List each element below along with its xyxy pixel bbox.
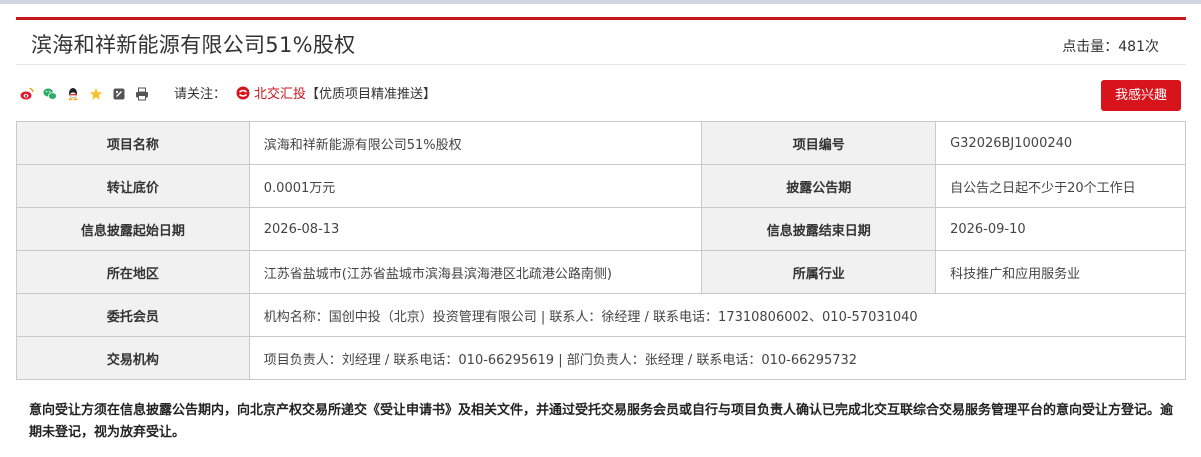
- project-name-value: 滨海和祥新能源有限公司51%股权: [248, 121, 703, 165]
- table-row: 转让底价 0.0001万元 披露公告期 自公告之日起不少于20个工作日: [16, 164, 1186, 208]
- start-date-value: 2026-08-13: [248, 207, 703, 251]
- disclosure-period-value: 自公告之日起不少于20个工作日: [935, 164, 1186, 208]
- qq-icon[interactable]: [66, 86, 80, 101]
- brand-logo-icon: [236, 86, 250, 99]
- industry-value: 科技推广和应用服务业: [935, 250, 1186, 294]
- top-border: [0, 0, 1201, 4]
- follow-tagline: 【优质项目精准推送】: [306, 87, 437, 102]
- title-red-rule: [16, 17, 1186, 20]
- interested-button[interactable]: 我感兴趣: [1101, 80, 1181, 111]
- member-label: 委托会员: [16, 293, 250, 337]
- table-row: 交易机构 项目负责人：刘经理 / 联系电话：010-66295619 | 部门负…: [16, 336, 1187, 380]
- industry-label: 所属行业: [701, 250, 937, 294]
- project-code-value: G32026BJ1000240: [935, 121, 1186, 165]
- brand-link[interactable]: 北交汇投: [236, 83, 306, 102]
- weibo-icon[interactable]: [20, 86, 34, 100]
- brand-name[interactable]: 北交汇投: [254, 83, 306, 102]
- registration-notice: 意向受让方须在信息披露公告期内，向北京产权交易所递交《受让申请书》及相关文件，并…: [29, 403, 1174, 440]
- project-name-label: 项目名称: [16, 121, 250, 165]
- click-count: 点击量：481次: [1062, 39, 1159, 55]
- follow-prompt: 请关注： 北交汇投 【优质项目精准推送】: [174, 83, 436, 102]
- end-date-value: 2026-09-10: [935, 207, 1186, 251]
- table-row: 委托会员 机构名称：国创中投（北京）投资管理有限公司 | 联系人：徐经理 / 联…: [16, 293, 1187, 337]
- follow-label: 请关注：: [174, 87, 227, 102]
- page-title: 滨海和祥新能源有限公司51%股权: [31, 33, 356, 57]
- copy-link-icon[interactable]: [112, 86, 126, 100]
- region-value: 江苏省盐城市(江苏省盐城市滨海县滨海港区北疏港公路南侧): [248, 250, 703, 294]
- print-icon[interactable]: [135, 86, 149, 101]
- member-value: 机构名称：国创中投（北京）投资管理有限公司 | 联系人：徐经理 / 联系电话：1…: [248, 293, 1187, 337]
- project-code-label: 项目编号: [701, 121, 937, 165]
- start-date-label: 信息披露起始日期: [16, 207, 250, 251]
- project-info-table: 项目名称 滨海和祥新能源有限公司51%股权 项目编号 G32026BJ10002…: [16, 121, 1187, 380]
- table-row: 所在地区 江苏省盐城市(江苏省盐城市滨海县滨海港区北疏港公路南侧) 所属行业 科…: [16, 250, 1186, 294]
- wechat-icon[interactable]: [43, 86, 57, 100]
- table-row: 项目名称 滨海和祥新能源有限公司51%股权 项目编号 G32026BJ10002…: [16, 121, 1186, 165]
- table-row: 信息披露起始日期 2026-08-13 信息披露结束日期 2026-09-10: [16, 207, 1186, 251]
- share-bar: [20, 83, 158, 103]
- title-divider: [16, 64, 1186, 65]
- reserve-price-value: 0.0001万元: [248, 164, 703, 208]
- exchange-label: 交易机构: [16, 336, 250, 380]
- end-date-label: 信息披露结束日期: [701, 207, 937, 251]
- region-label: 所在地区: [16, 250, 250, 294]
- reserve-price-label: 转让底价: [16, 164, 250, 208]
- exchange-value: 项目负责人：刘经理 / 联系电话：010-66295619 | 部门负责人：张经…: [248, 336, 1187, 380]
- favorite-star-icon[interactable]: [89, 86, 103, 100]
- disclosure-period-label: 披露公告期: [701, 164, 937, 208]
